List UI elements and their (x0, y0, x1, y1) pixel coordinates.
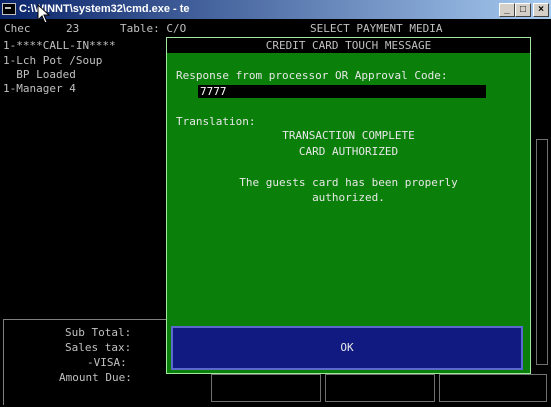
translation-line-2: CARD AUTHORIZED (298, 145, 399, 158)
cmd-window: C:\WINNT\system32\cmd.exe - te _ □ × Che… (0, 0, 551, 407)
table-label: Table: C/O (120, 22, 187, 35)
dialog-title: CREDIT CARD TOUCH MESSAGE (167, 38, 530, 53)
message-line-1: The guests card has been properly (239, 176, 458, 189)
background-key[interactable] (211, 374, 321, 402)
response-label: Response from processor OR Approval Code… (176, 69, 448, 82)
totals-divider (3, 319, 173, 320)
totals-left-border (3, 319, 4, 405)
close-button[interactable]: × (533, 3, 549, 17)
ok-button[interactable]: OK (171, 326, 523, 370)
credit-card-message-dialog: CREDIT CARD TOUCH MESSAGE Response from … (166, 37, 531, 374)
check-number: 23 (66, 22, 80, 35)
message-line-2: authorized. (312, 191, 385, 204)
background-key[interactable] (536, 139, 548, 365)
screen-title: SELECT PAYMENT MEDIA (310, 22, 443, 35)
maximize-button[interactable]: □ (515, 3, 531, 17)
approval-code-field[interactable]: 7777 (198, 85, 486, 98)
console-app-icon[interactable] (2, 3, 16, 15)
order-line[interactable]: 1-****CALL-IN**** (3, 39, 116, 53)
order-line[interactable]: BP Loaded (3, 68, 76, 82)
order-line[interactable]: 1-Manager 4 (3, 82, 76, 96)
check-label: Chec (4, 22, 31, 35)
visa-label: -VISA: (87, 356, 127, 369)
sub-total-label: Sub Total: (65, 326, 132, 339)
background-key[interactable] (325, 374, 435, 402)
minimize-button[interactable]: _ (499, 3, 515, 17)
background-key[interactable] (439, 374, 547, 402)
amount-due-label: Amount Due: (59, 371, 132, 384)
translation-line-1: TRANSACTION COMPLETE (282, 129, 415, 142)
order-line[interactable]: 1-Lch Pot /Soup (3, 54, 102, 68)
translation-label: Translation: (176, 115, 256, 128)
sales-tax-label: Sales tax: (65, 341, 132, 354)
title-bar[interactable]: C:\WINNT\system32\cmd.exe - te _ □ × (0, 0, 551, 19)
